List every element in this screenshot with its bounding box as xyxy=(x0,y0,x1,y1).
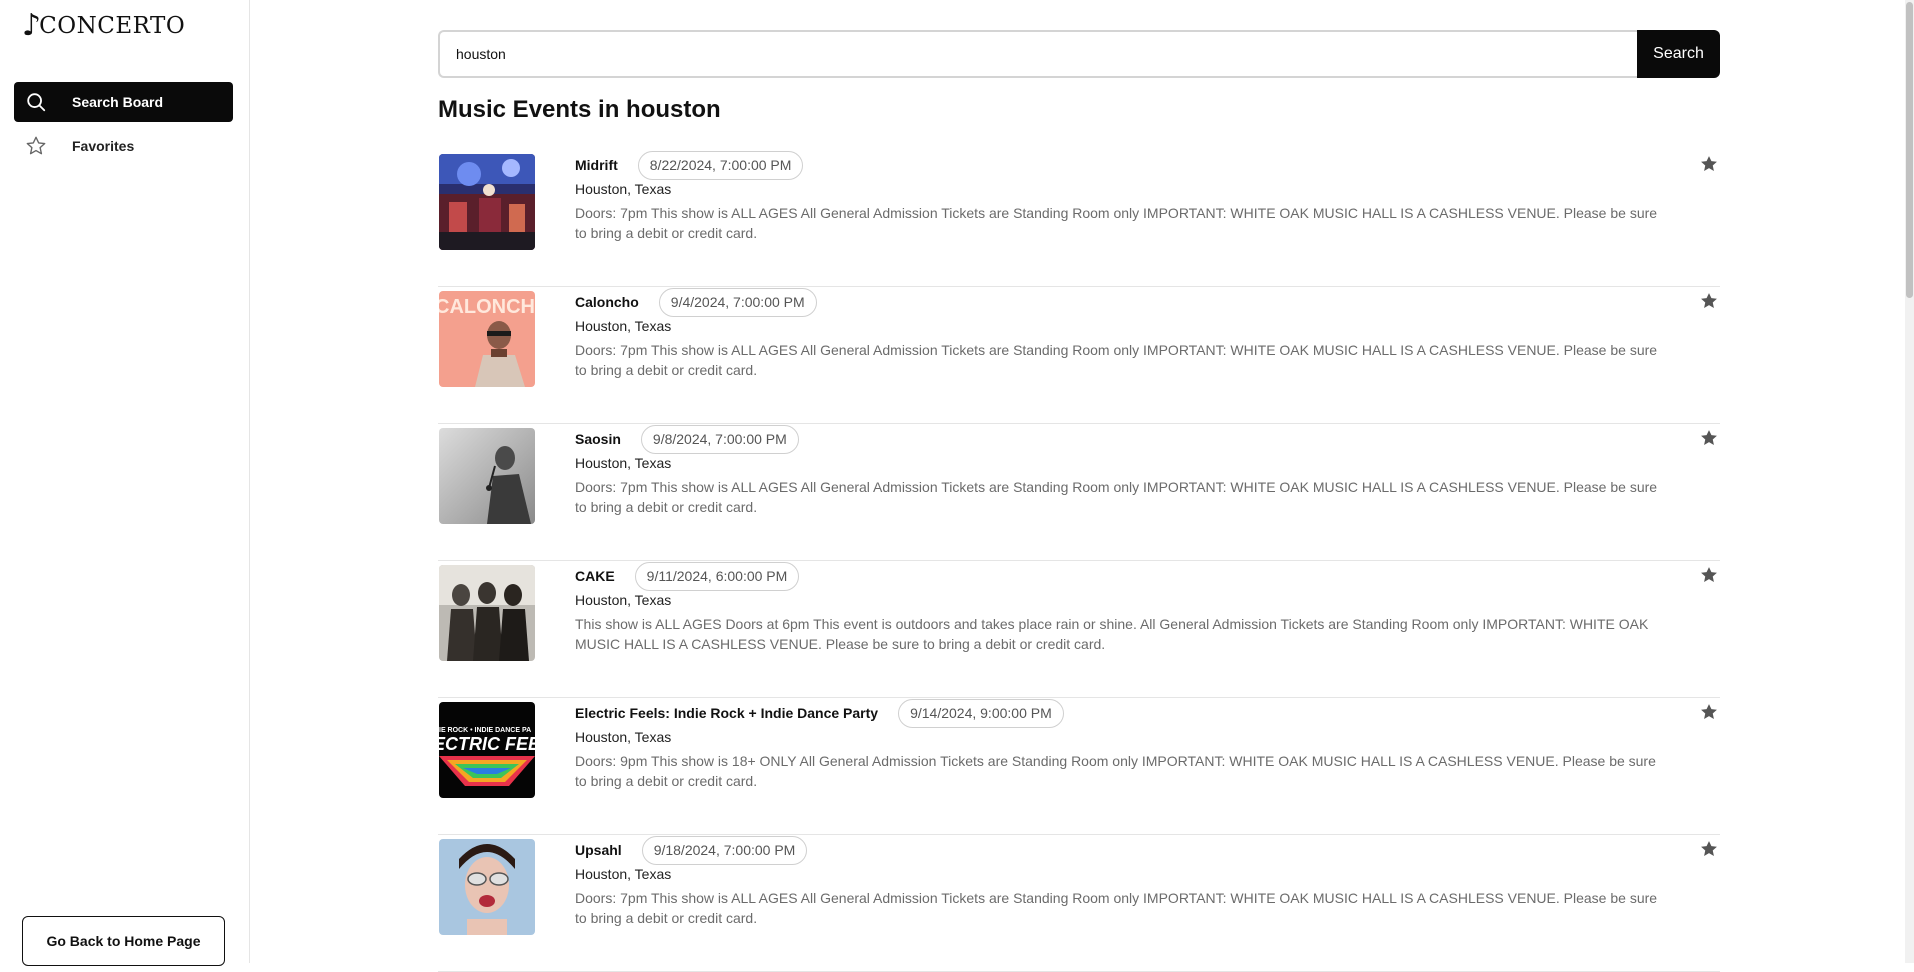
event-details: Upsahl 9/18/2024, 7:00:00 PM Houston, Te… xyxy=(575,835,1675,928)
favorite-star-icon[interactable] xyxy=(1699,702,1719,722)
page-scrollbar[interactable] xyxy=(1905,0,1914,963)
search-icon xyxy=(24,90,48,114)
sidebar-item-favorites[interactable]: Favorites xyxy=(14,126,233,166)
event-date-badge: 9/8/2024, 7:00:00 PM xyxy=(640,424,799,454)
event-thumbnail[interactable] xyxy=(439,839,535,935)
favorite-star-icon[interactable] xyxy=(1699,291,1719,311)
scrollbar-thumb[interactable] xyxy=(1906,2,1913,298)
app-logo[interactable]: ♪ CONCERTO xyxy=(22,10,185,42)
star-outline-icon xyxy=(24,134,48,158)
go-home-button[interactable]: Go Back to Home Page xyxy=(22,916,225,966)
event-date-badge: 8/22/2024, 7:00:00 PM xyxy=(637,150,804,180)
event-details: Midrift 8/22/2024, 7:00:00 PM Houston, T… xyxy=(575,150,1675,243)
sidebar-item-label: Favorites xyxy=(72,138,135,154)
event-details: CAKE 9/11/2024, 6:00:00 PM Houston, Texa… xyxy=(575,561,1675,654)
event-name[interactable]: Caloncho xyxy=(575,294,639,310)
event-details: Caloncho 9/4/2024, 7:00:00 PM Houston, T… xyxy=(575,287,1675,380)
event-location: Houston, Texas xyxy=(575,866,672,882)
sidebar-item-search-board[interactable]: Search Board xyxy=(14,82,233,122)
event-description: This show is ALL AGES Doors at 6pm This … xyxy=(575,616,1649,652)
event-list: Midrift 8/22/2024, 7:00:00 PM Houston, T… xyxy=(438,150,1720,972)
search-bar: Search xyxy=(438,30,1720,78)
event-item[interactable]: Midrift 8/22/2024, 7:00:00 PM Houston, T… xyxy=(438,150,1720,287)
event-date-badge: 9/18/2024, 7:00:00 PM xyxy=(641,835,808,865)
sidebar-item-label: Search Board xyxy=(72,94,164,110)
event-name[interactable]: CAKE xyxy=(575,568,615,584)
event-thumbnail[interactable] xyxy=(439,565,535,661)
page-title: Music Events in houston xyxy=(438,96,721,123)
event-date-badge: 9/11/2024, 6:00:00 PM xyxy=(634,561,800,591)
event-thumbnail[interactable]: IE ROCK • INDIE DANCE PA ECTRIC FEEL xyxy=(439,702,535,798)
sidebar: ♪ CONCERTO Search Board Favorites Go Bac… xyxy=(0,0,250,966)
favorite-star-icon[interactable] xyxy=(1699,154,1719,174)
event-item[interactable]: Saosin 9/8/2024, 7:00:00 PM Houston, Tex… xyxy=(438,424,1720,561)
event-name[interactable]: Saosin xyxy=(575,431,621,447)
event-details: Saosin 9/8/2024, 7:00:00 PM Houston, Tex… xyxy=(575,424,1675,517)
event-item[interactable]: Upsahl 9/18/2024, 7:00:00 PM Houston, Te… xyxy=(438,835,1720,972)
search-button[interactable]: Search xyxy=(1637,30,1720,78)
thumbnail-banner-text: CALONCHO xyxy=(439,296,535,318)
event-thumbnail[interactable]: CALONCHO xyxy=(439,291,535,387)
event-date-badge: 9/14/2024, 9:00:00 PM xyxy=(898,698,1064,728)
event-location: Houston, Texas xyxy=(575,181,672,197)
event-name[interactable]: Electric Feels: Indie Rock + Indie Dance… xyxy=(575,705,878,721)
favorite-star-icon[interactable] xyxy=(1699,839,1719,859)
event-location: Houston, Texas xyxy=(575,592,672,608)
event-description: Doors: 7pm This show is ALL AGES All Gen… xyxy=(575,342,1658,378)
favorite-star-icon[interactable] xyxy=(1699,428,1719,448)
event-name[interactable]: Midrift xyxy=(575,157,618,173)
event-item[interactable]: IE ROCK • INDIE DANCE PA ECTRIC FEEL Ele… xyxy=(438,698,1720,835)
event-description: Doors: 9pm This show is 18+ ONLY All Gen… xyxy=(575,753,1656,789)
logo-text: CONCERTO xyxy=(39,13,186,39)
event-date-badge: 9/4/2024, 7:00:00 PM xyxy=(658,287,817,317)
event-description: Doors: 7pm This show is ALL AGES All Gen… xyxy=(575,479,1658,515)
event-details: Electric Feels: Indie Rock + Indie Dance… xyxy=(575,698,1675,791)
event-thumbnail[interactable] xyxy=(439,428,535,524)
event-item[interactable]: CAKE 9/11/2024, 6:00:00 PM Houston, Texa… xyxy=(438,561,1720,698)
event-location: Houston, Texas xyxy=(575,729,672,745)
search-input[interactable] xyxy=(438,30,1637,78)
favorite-star-icon[interactable] xyxy=(1699,565,1719,585)
thumbnail-banner-text: IE ROCK • INDIE DANCE PA xyxy=(439,727,531,734)
event-thumbnail[interactable] xyxy=(439,154,535,250)
event-location: Houston, Texas xyxy=(575,318,672,334)
event-location: Houston, Texas xyxy=(575,455,672,471)
thumbnail-banner-text: ECTRIC FEEL xyxy=(439,734,535,754)
event-description: Doors: 7pm This show is ALL AGES All Gen… xyxy=(575,890,1658,926)
event-item[interactable]: CALONCHO Caloncho 9/4/2024, 7:00:00 PM H… xyxy=(438,287,1720,424)
event-name[interactable]: Upsahl xyxy=(575,842,622,858)
event-description: Doors: 7pm This show is ALL AGES All Gen… xyxy=(575,205,1658,241)
